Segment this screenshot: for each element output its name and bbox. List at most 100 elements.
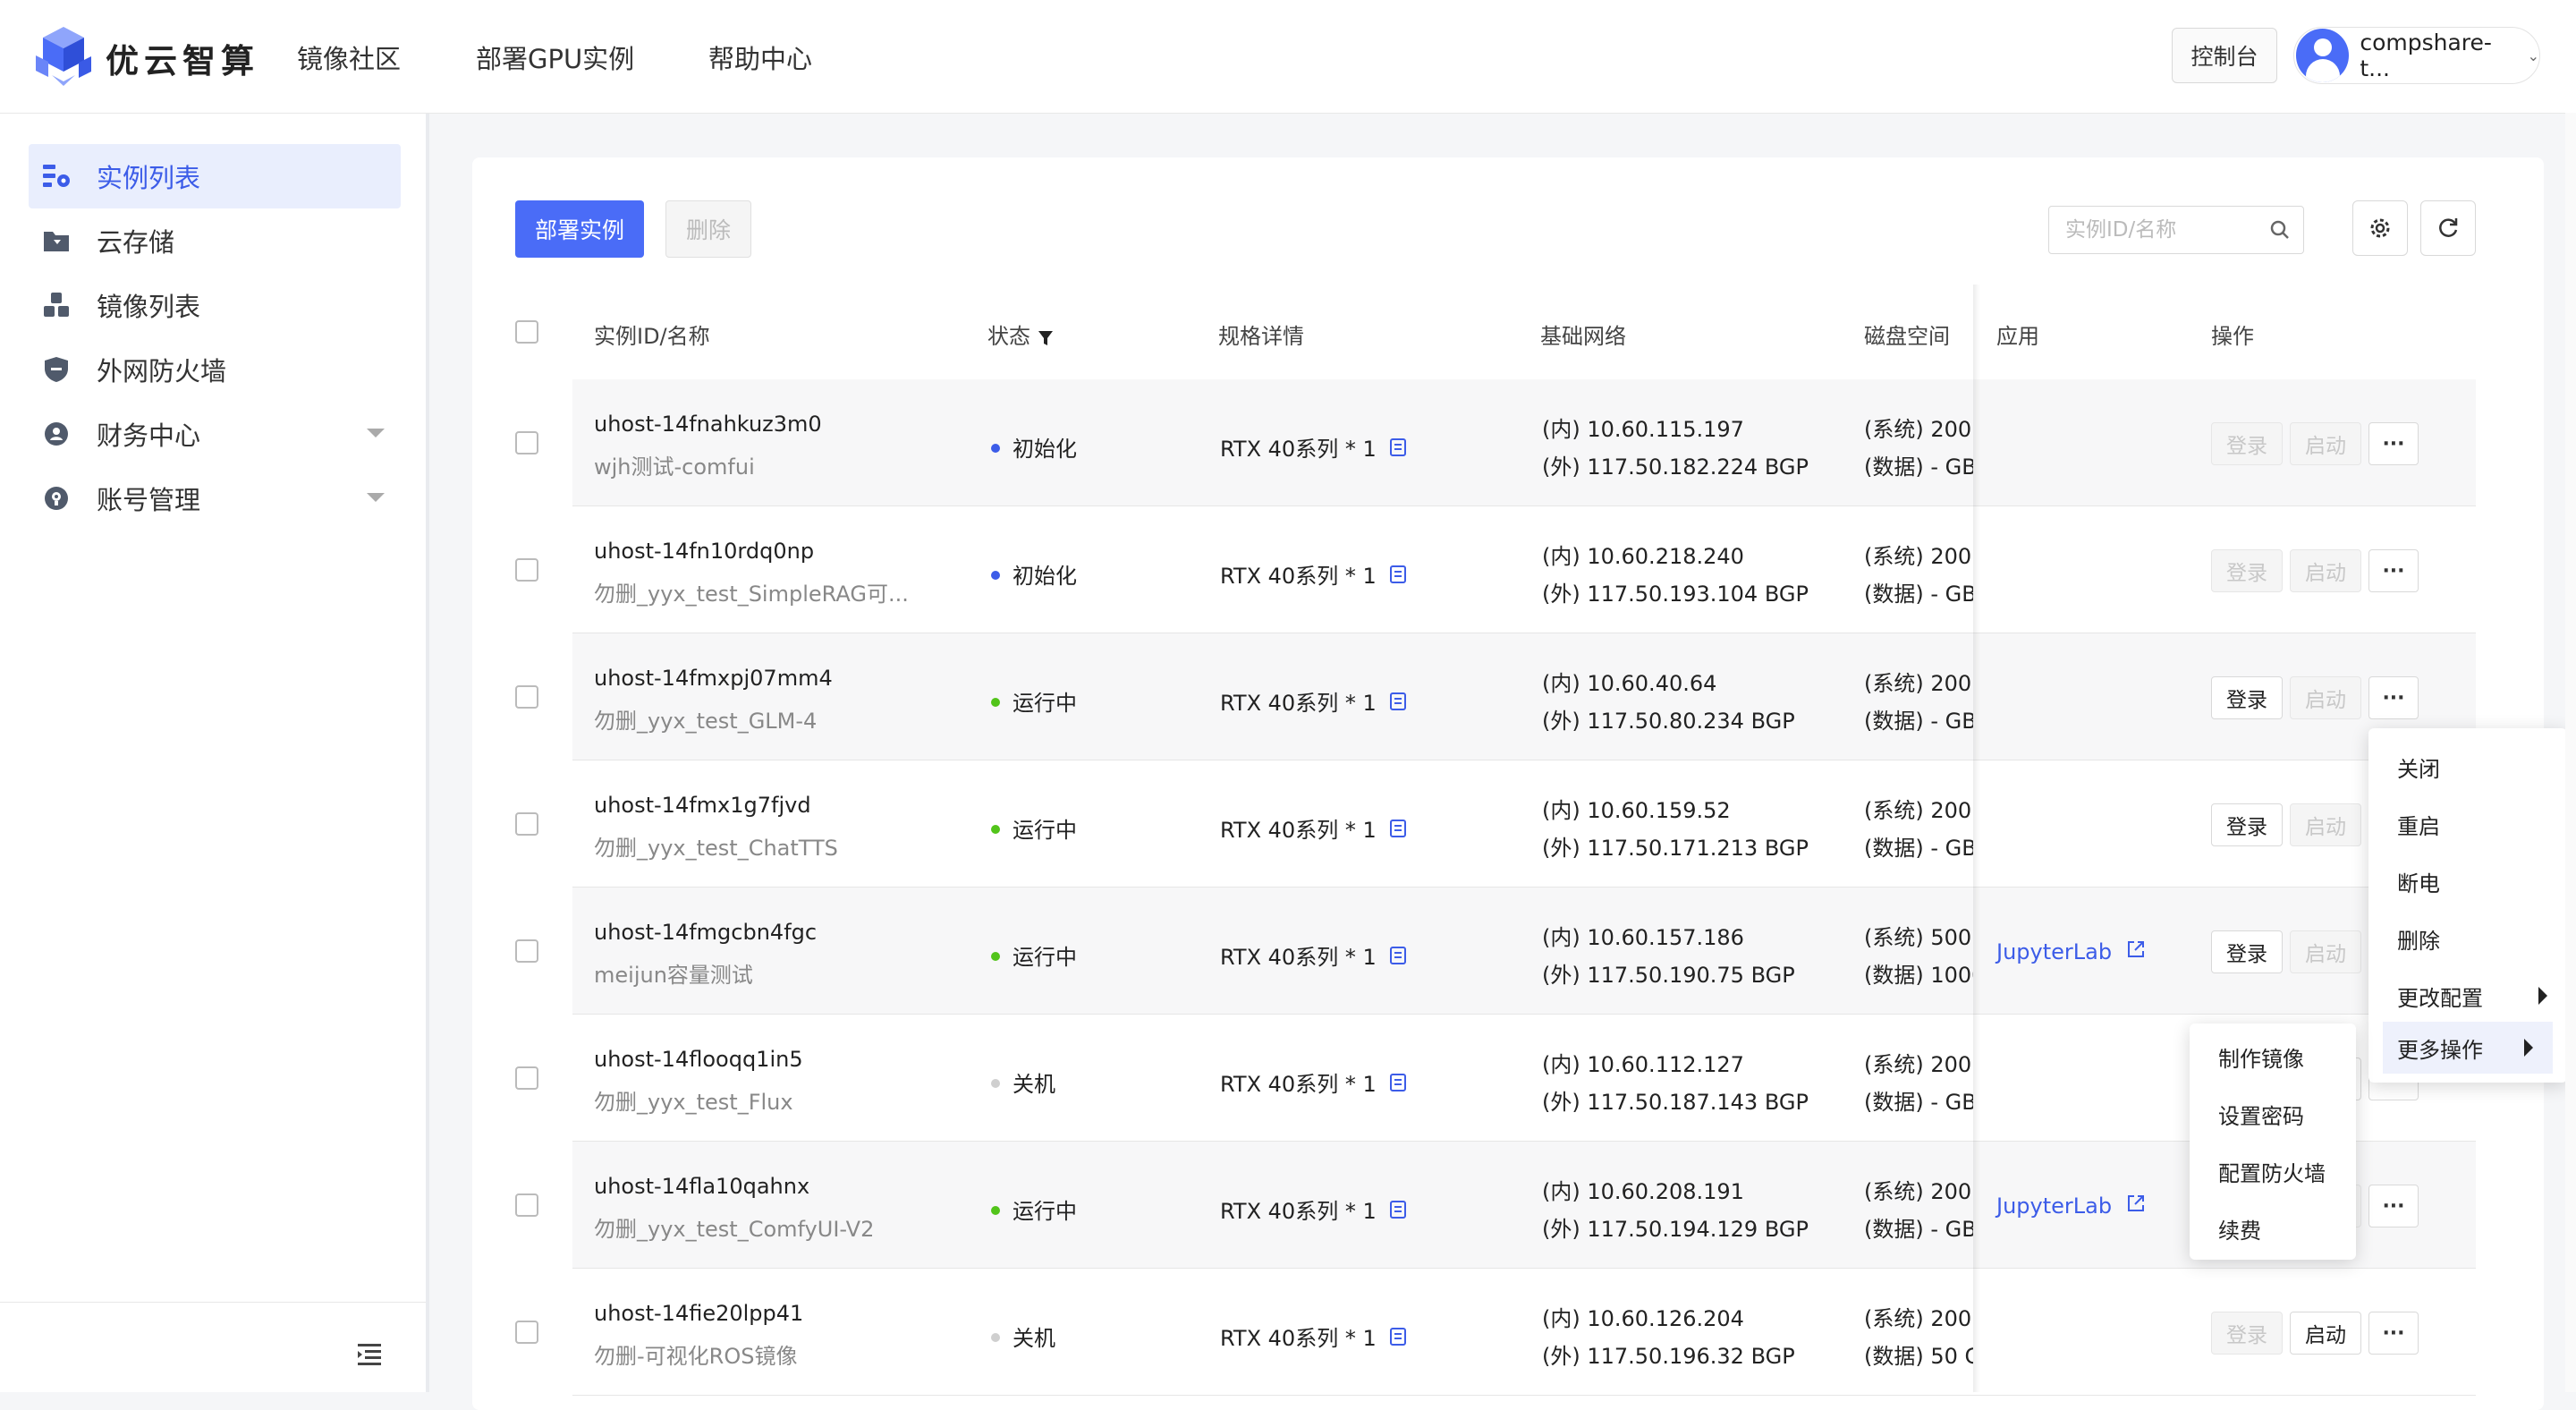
sidebar-item-finance[interactable]: 财务中心 bbox=[29, 402, 401, 466]
row-checkbox[interactable] bbox=[515, 939, 538, 963]
sidebar-item-image-list[interactable]: 镜像列表 bbox=[29, 273, 401, 337]
app-jupyterlab-link[interactable]: JupyterLab bbox=[1996, 1193, 2146, 1219]
app-jupyterlab-link[interactable]: JupyterLab bbox=[1996, 939, 2146, 964]
nav-help-center[interactable]: 帮助中心 bbox=[708, 38, 812, 76]
sidebar-item-instance-list[interactable]: 实例列表 bbox=[29, 144, 401, 208]
document-icon[interactable] bbox=[1389, 437, 1407, 457]
brand-logo-icon[interactable] bbox=[34, 25, 93, 88]
search-input[interactable] bbox=[2063, 217, 2264, 242]
refresh-button[interactable] bbox=[2420, 200, 2476, 256]
start-button[interactable]: 启动 bbox=[2290, 1312, 2361, 1355]
brand-name[interactable]: 优云智算 bbox=[106, 34, 259, 82]
deploy-instance-button[interactable]: 部署实例 bbox=[515, 200, 644, 258]
menu-item-renew[interactable]: 续费 bbox=[2190, 1202, 2356, 1254]
disk-data-clip: (数据) 1000 GB bbox=[1864, 957, 1973, 988]
document-icon[interactable] bbox=[1389, 692, 1407, 711]
document-icon[interactable] bbox=[1389, 946, 1407, 965]
page-scrollbar[interactable] bbox=[2565, 113, 2576, 1392]
more-actions-button[interactable]: ··· bbox=[2368, 1312, 2419, 1355]
console-button[interactable]: 控制台 bbox=[2172, 28, 2277, 83]
start-button[interactable]: 启动 bbox=[2290, 930, 2361, 973]
row-checkbox[interactable] bbox=[515, 431, 538, 454]
status-text: 运行中 bbox=[1013, 1199, 1077, 1224]
start-button[interactable]: 启动 bbox=[2290, 422, 2361, 465]
row-checkbox[interactable] bbox=[515, 558, 538, 582]
login-button[interactable]: 登录 bbox=[2211, 549, 2283, 592]
start-button[interactable]: 启动 bbox=[2290, 676, 2361, 719]
collapse-menu-icon[interactable] bbox=[356, 1342, 383, 1365]
sidebar-item-cloud-storage[interactable]: 云存储 bbox=[29, 208, 401, 273]
spec-text: RTX 40系列 * 1 bbox=[1220, 945, 1377, 970]
shield-icon bbox=[41, 354, 72, 385]
start-button[interactable]: 启动 bbox=[2290, 549, 2361, 592]
menu-item-more-ops[interactable]: 更多操作 bbox=[2383, 1022, 2553, 1074]
menu-item-create-image[interactable]: 制作镜像 bbox=[2190, 1031, 2356, 1083]
sidebar-item-account[interactable]: 账号管理 bbox=[29, 466, 401, 531]
table-row bbox=[572, 888, 2476, 1015]
net-external: (外) 117.50.80.234 BGP bbox=[1542, 709, 1795, 734]
document-icon[interactable] bbox=[1389, 819, 1407, 838]
menu-item-change-config[interactable]: 更改配置 bbox=[2368, 970, 2567, 1022]
more-actions-button[interactable]: ··· bbox=[2368, 676, 2419, 719]
spec-text: RTX 40系列 * 1 bbox=[1220, 691, 1377, 716]
filter-icon[interactable] bbox=[1038, 328, 1054, 346]
caret-down-icon[interactable] bbox=[367, 429, 385, 437]
more-actions-button[interactable]: ··· bbox=[2368, 422, 2419, 465]
menu-item-label: 更多操作 bbox=[2397, 1037, 2483, 1063]
status-text: 初始化 bbox=[1013, 437, 1077, 462]
more-actions-button[interactable]: ··· bbox=[2368, 549, 2419, 592]
col-header-id: 实例ID/名称 bbox=[594, 324, 710, 349]
instance-id: uhost-14flooqq1in5 bbox=[594, 1047, 803, 1072]
login-button[interactable]: 登录 bbox=[2211, 676, 2283, 719]
col-header-status[interactable]: 状态 bbox=[987, 319, 1054, 350]
disk-data: (数据) - GB bbox=[1864, 1217, 1973, 1242]
status-cell: 运行中 bbox=[991, 939, 1077, 971]
row-checkbox[interactable] bbox=[515, 1321, 538, 1344]
row-checkbox[interactable] bbox=[515, 812, 538, 836]
select-all-checkbox[interactable] bbox=[515, 320, 538, 344]
nav-deploy-gpu[interactable]: 部署GPU实例 bbox=[476, 38, 634, 76]
spec-text: RTX 40系列 * 1 bbox=[1220, 1326, 1377, 1351]
search-box[interactable] bbox=[2048, 206, 2304, 254]
user-menu[interactable]: compshare-t... ⌄ bbox=[2293, 27, 2540, 84]
more-ops-submenu: 制作镜像 设置密码 配置防火墙 续费 bbox=[2190, 1024, 2356, 1260]
account-icon bbox=[41, 483, 72, 514]
instance-id: uhost-14fn10rdq0np bbox=[594, 539, 815, 564]
app-link-text: JupyterLab bbox=[1996, 1193, 2113, 1219]
disk-data-clip: (数据) - GB bbox=[1864, 576, 1973, 607]
document-icon[interactable] bbox=[1389, 565, 1407, 584]
document-icon[interactable] bbox=[1389, 1073, 1407, 1092]
menu-item-restart[interactable]: 重启 bbox=[2368, 798, 2567, 850]
login-button[interactable]: 登录 bbox=[2211, 422, 2283, 465]
settings-button[interactable] bbox=[2352, 200, 2408, 256]
row-checkbox[interactable] bbox=[515, 1193, 538, 1217]
login-button[interactable]: 登录 bbox=[2211, 1312, 2283, 1355]
search-icon[interactable] bbox=[2269, 219, 2291, 241]
menu-item-delete[interactable]: 删除 bbox=[2368, 913, 2567, 964]
login-button[interactable]: 登录 bbox=[2211, 803, 2283, 846]
instance-name: meijun容量测试 bbox=[594, 963, 753, 988]
document-icon[interactable] bbox=[1389, 1200, 1407, 1219]
status-dot-icon bbox=[991, 825, 1000, 834]
login-button[interactable]: 登录 bbox=[2211, 930, 2283, 973]
disk-system-clip: (系统) 500 GB bbox=[1864, 920, 1973, 950]
instance-name: 勿删_yyx_test_Flux bbox=[594, 1090, 793, 1115]
sidebar-item-firewall[interactable]: 外网防火墙 bbox=[29, 337, 401, 402]
more-actions-button[interactable]: ··· bbox=[2368, 1185, 2419, 1227]
menu-item-set-password[interactable]: 设置密码 bbox=[2190, 1088, 2356, 1140]
nav-mirror-community[interactable]: 镜像社区 bbox=[297, 38, 401, 76]
menu-item-config-firewall[interactable]: 配置防火墙 bbox=[2190, 1145, 2356, 1197]
delete-button[interactable]: 删除 bbox=[665, 200, 751, 258]
instance-id: uhost-14fmgcbn4fgc bbox=[594, 920, 818, 945]
instance-name: wjh测试-comfui bbox=[594, 454, 755, 480]
document-icon[interactable] bbox=[1389, 1327, 1407, 1346]
row-checkbox[interactable] bbox=[515, 1066, 538, 1090]
start-button[interactable]: 启动 bbox=[2290, 803, 2361, 846]
row-checkbox[interactable] bbox=[515, 685, 538, 709]
menu-item-shutdown[interactable]: 关闭 bbox=[2368, 741, 2567, 793]
disk-data: (数据) - GB bbox=[1864, 582, 1973, 607]
col-header-app: 应用 bbox=[1996, 324, 2039, 349]
menu-item-power-off[interactable]: 断电 bbox=[2368, 855, 2567, 907]
caret-down-icon[interactable] bbox=[367, 493, 385, 502]
spec-cell: RTX 40系列 * 1 bbox=[1220, 431, 1407, 463]
